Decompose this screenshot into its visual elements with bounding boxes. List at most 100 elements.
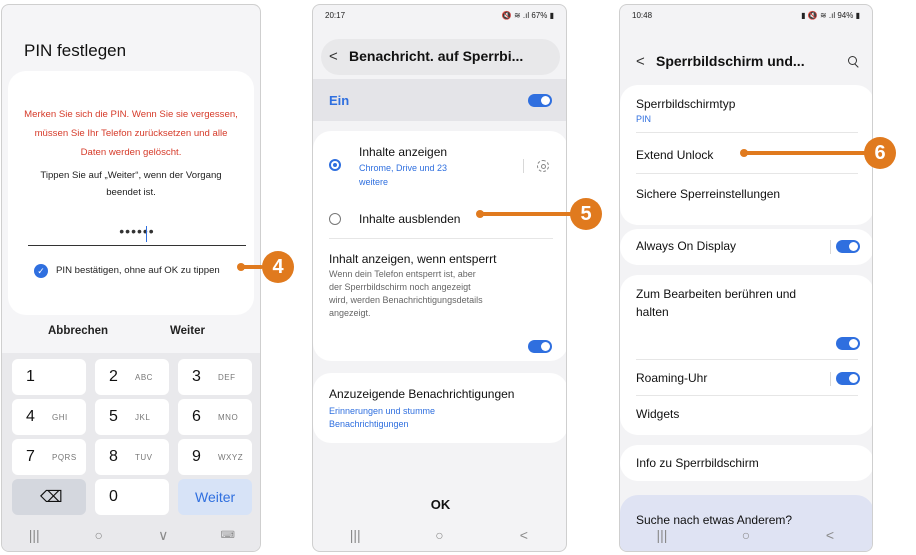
back-icon[interactable]: < [504,527,544,543]
key-3[interactable]: 3 DEF [178,359,252,395]
show-content-label[interactable]: Inhalte anzeigen [359,145,447,159]
key-7[interactable]: 7 PQRS [12,439,86,475]
widgets-item[interactable]: Widgets [636,407,679,421]
page-title: Benachricht. auf Sperrbi... [349,48,524,64]
lockscreen-info-card[interactable]: Info zu Sperrbildschirm [620,445,872,481]
callout-5-leader [480,212,572,216]
roaming-clock-toggle[interactable] [836,372,860,385]
callout-4-badge: 4 [262,251,294,283]
cancel-button[interactable]: Abbrechen [48,325,108,337]
collapse-keyboard-icon[interactable]: ∨ [143,527,183,544]
notifications-title: Anzuzeigende Benachrichtigungen [329,387,515,401]
notifications-card[interactable]: Anzuzeigende Benachrichtigungen Erinneru… [313,373,566,443]
keyboard-icon[interactable]: ⌨ [208,530,248,541]
always-on-label: Always On Display [636,239,737,253]
show-content-apps: Chrome, Drive und 23 [359,163,448,173]
show-when-unlocked-desc-2: der Sperrbildschirm noch angezeigt [329,282,471,292]
always-on-toggle[interactable] [836,240,860,253]
text-caret [146,226,147,242]
show-when-unlocked-title[interactable]: Inhalt anzeigen, wenn entsperrt [329,252,496,266]
pin-input[interactable]: •••••• [28,223,246,239]
key-1[interactable]: 1 [12,359,86,395]
recent-apps-icon[interactable]: ||| [14,527,54,543]
notifications-sub-1: Erinnerungen und stumme [329,406,436,416]
callout-5-badge: 5 [570,198,602,230]
next-button[interactable]: Weiter [170,325,205,337]
separator [523,159,524,173]
recent-apps-icon[interactable]: ||| [335,527,375,543]
pin-card: Merken Sie sich die PIN. Wenn Sie sie ve… [8,71,254,315]
weiter-key[interactable]: Weiter [178,479,252,515]
master-toggle[interactable] [528,94,552,107]
phone-lockscreen-notifications: 20:17 🔇 ≋ .ıl 67% ▮ < Benachricht. auf S… [312,4,567,552]
backspace-key[interactable]: ⌫ [12,479,86,515]
status-time: 10:48 [632,11,653,20]
show-when-unlocked-toggle[interactable] [528,340,552,353]
pin-actions: Abbrechen Weiter [2,325,260,341]
recent-apps-icon[interactable]: ||| [642,527,682,543]
roaming-clock-label[interactable]: Roaming-Uhr [636,371,707,385]
status-icons: 🔇 ≋ .ıl 67% ▮ [501,11,554,20]
master-toggle-row[interactable]: Ein [313,79,566,121]
status-time: 20:17 [325,11,346,20]
callout-4-leader [241,265,263,269]
secure-lock-settings-item[interactable]: Sichere Sperreinstellungen [636,187,780,201]
key-5[interactable]: 5 JKL [95,399,169,435]
radio-show-content[interactable] [329,159,341,171]
notifications-sub-2: Benachrichtigungen [329,419,409,429]
page-title: PIN festlegen [24,41,127,60]
show-when-unlocked-desc-1: Wenn dein Telefon entsperrt ist, aber [329,269,476,279]
pin-hint: Tippen Sie auf „Weiter“, wenn der Vorgan… [40,170,222,198]
callout-6-badge: 6 [864,137,896,169]
touch-hold-label-1[interactable]: Zum Bearbeiten berühren und [636,287,796,301]
confirm-checkbox-label[interactable]: PIN bestätigen, ohne auf OK zu tippen [56,265,220,276]
home-icon[interactable]: ○ [726,527,766,543]
back-icon[interactable]: < [810,527,850,543]
content-options-card: Inhalte anzeigen Chrome, Drive und 23 we… [313,131,566,361]
home-icon[interactable]: ○ [79,527,119,543]
page-title: Sperrbildschirm und... [656,53,805,69]
back-arrow-icon[interactable]: < [636,53,645,70]
pin-warning: Merken Sie sich die PIN. Wenn Sie sie ve… [24,109,238,158]
gear-icon[interactable] [537,160,549,172]
key-0[interactable]: 0 [95,479,169,515]
pin-input-underline [28,245,246,246]
system-nav-bar: ||| ○ < [620,519,872,551]
key-6[interactable]: 6 MNO [178,399,252,435]
key-2[interactable]: 2 ABC [95,359,169,395]
divider [329,238,553,239]
ok-button[interactable]: OK [313,497,566,512]
touch-hold-label-2[interactable]: halten [636,305,669,319]
divider [636,359,858,360]
key-8[interactable]: 8 TUV [95,439,169,475]
numeric-keypad: 1 2 ABC 3 DEF 4 GHI 5 JKL 6 MNO 7 PQRS 8 TUV 9W… [2,353,260,525]
radio-hide-content[interactable] [329,213,341,225]
phone-lockscreen-settings: 10:48 ▮ 🔇 ≋ .ıl 94% ▮ < Sperrbildschirm … [619,4,873,552]
system-nav-bar: ||| ○ ∨ ⌨ [2,519,260,551]
hide-content-label[interactable]: Inhalte ausblenden [359,212,460,226]
divider [636,395,858,396]
touch-hold-toggle[interactable] [836,337,860,350]
show-when-unlocked-desc-4: angezeigt. [329,308,371,318]
always-on-card[interactable]: Always On Display [620,229,872,265]
key-9[interactable]: 9 WXYZ [178,439,252,475]
confirm-checkbox[interactable]: ✓ [34,264,48,278]
divider [636,132,858,133]
separator [830,372,831,386]
lockscreen-info-item: Info zu Sperrbildschirm [636,456,759,470]
lockscreen-edit-card: Zum Bearbeiten berühren und halten Roami… [620,275,872,435]
extend-unlock-item[interactable]: Extend Unlock [636,148,713,162]
search-icon[interactable] [848,56,857,65]
status-icons: ▮ 🔇 ≋ .ıl 94% ▮ [801,11,860,20]
home-icon[interactable]: ○ [419,527,459,543]
lock-type-label[interactable]: Sperrbildschirmtyp [636,97,735,111]
key-4[interactable]: 4 GHI [12,399,86,435]
master-toggle-label: Ein [329,93,350,108]
header-bar: < Benachricht. auf Sperrbi... [321,39,560,75]
callout-6-leader [744,151,866,155]
show-content-apps-more: weitere [359,177,389,187]
phone-pin-setup: PIN festlegen Merken Sie sich die PIN. W… [1,4,261,552]
back-arrow-icon[interactable]: < [329,48,338,65]
lock-type-value: PIN [636,114,652,124]
backspace-icon: ⌫ [40,489,63,506]
